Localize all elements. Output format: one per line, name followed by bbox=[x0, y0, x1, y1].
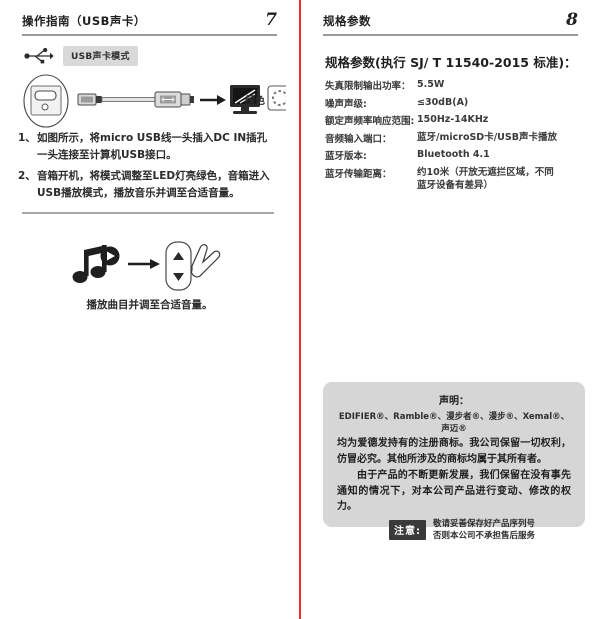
mode-indicator-row: USB声卡模式 bbox=[24, 46, 138, 66]
left-page-header: 操作指南（USB声卡） 7 bbox=[22, 12, 277, 36]
spec-value-line: 约10米（开放无遮拦区域，不同 bbox=[417, 166, 554, 178]
spec-key: 额定声频率响应范围: bbox=[325, 116, 415, 127]
spec-value: 约10米（开放无遮拦区域，不同 蓝牙设备有差异） bbox=[417, 166, 554, 194]
declaration-trademarks: EDIFIER®、Ramble®、漫步者®、漫步®、Xemal®、声迈® bbox=[338, 412, 570, 434]
table-row: 失真限制输出功率： 5.5W bbox=[325, 78, 587, 92]
speaker-dc-in-port bbox=[23, 74, 69, 128]
usb-cable bbox=[101, 97, 158, 102]
spec-value: Bluetooth 4.1 bbox=[417, 148, 490, 162]
attention-line: 敬请妥善保存好产品序列号 bbox=[433, 519, 536, 529]
right-page: 规格参数 8 规格参数(执行 SJ/ T 11540-2015 标准)： 失真限… bbox=[301, 0, 600, 619]
spec-key: 蓝牙传输距离： bbox=[325, 168, 392, 180]
step-line: USB播放模式，播放音乐并调至合适音量。 bbox=[37, 186, 240, 199]
page-number: 7 bbox=[265, 10, 277, 30]
attention-text: 敬请妥善保存好产品序列号 否则本公司不承担售后服务 bbox=[433, 518, 535, 543]
step-text: 音箱开机，将模式调整至LED灯亮绿色，音箱进入 USB播放模式，播放音乐并调至合… bbox=[37, 168, 270, 203]
attention-tag: 注意: bbox=[389, 520, 426, 541]
mode-badge-label: USB声卡模式 bbox=[63, 46, 138, 66]
spec-value-line: 蓝牙/microSD卡/USB声卡播放 bbox=[417, 131, 557, 143]
step-number: 2、 bbox=[18, 169, 36, 182]
list-item: 2、 音箱开机，将模式调整至LED灯亮绿色，音箱进入 USB播放模式，播放音乐并… bbox=[18, 168, 286, 203]
attention-notice: 注意: 敬请妥善保存好产品序列号 否则本公司不承担售后服务 bbox=[389, 518, 535, 543]
step-text: 如图所示，将micro USB线一头插入DC IN插孔 一头连接至计算机USB接… bbox=[37, 130, 267, 165]
manual-spread: 操作指南（USB声卡） 7 USB声卡模式 绿色 1、 如图所示，将micro … bbox=[0, 0, 600, 619]
volume-up-down-panel bbox=[165, 241, 192, 291]
step-line: 一头连接至计算机USB接口。 bbox=[37, 149, 177, 162]
volume-caption: 播放曲目并调至合适音量。 bbox=[86, 299, 213, 311]
step-number: 1、 bbox=[18, 132, 36, 144]
table-row: 额定声频率响应范围: 150Hz-14KHz bbox=[325, 113, 587, 127]
page-title: 操作指南（USB声卡） bbox=[22, 14, 146, 28]
attention-line: 否则本公司不承担售后服务 bbox=[433, 531, 536, 542]
step-line: 音箱开机，将模式调整至LED灯亮绿色，音箱进入 bbox=[37, 169, 270, 182]
spec-key: 失真限制输出功率： bbox=[325, 81, 411, 92]
page-title: 规格参数 bbox=[323, 14, 371, 28]
right-arrow bbox=[128, 259, 160, 269]
spec-value-line: 5.5W bbox=[417, 79, 445, 90]
declaration-box: 声明： EDIFIER®、Ramble®、漫步者®、漫步®、Xemal®、声迈®… bbox=[323, 382, 585, 527]
right-arrow bbox=[200, 95, 226, 105]
music-note-play-icon bbox=[72, 245, 120, 283]
volume-adjust-illustration bbox=[60, 236, 240, 296]
page-number: 8 bbox=[566, 10, 578, 30]
declaration-title: 声明： bbox=[439, 396, 469, 407]
spec-key: 噪声声级: bbox=[325, 98, 367, 110]
list-item: 1、 如图所示，将micro USB线一头插入DC IN插孔 一头连接至计算机U… bbox=[18, 130, 286, 165]
table-row: 蓝牙传输距离： 约10米（开放无遮拦区域，不同 蓝牙设备有差异） bbox=[325, 166, 587, 194]
declaration-paragraph-1: 均为爱德发持有的注册商标。我公司保留一切权利，仿冒必究。其他所涉及的商标均属于其… bbox=[337, 438, 571, 465]
spec-value: 蓝牙/microSD卡/USB声卡播放 bbox=[417, 131, 557, 145]
hand-pointer-icon bbox=[191, 244, 221, 278]
declaration-paragraph-2: 由于产品的不断更新发展，我们保留在没有事先通知的情况下，对本公司产品进行变动、修… bbox=[337, 470, 571, 512]
spec-value-line: ≤30dB(A) bbox=[417, 96, 469, 108]
instruction-steps: 1、 如图所示，将micro USB线一头插入DC IN插孔 一头连接至计算机U… bbox=[18, 130, 286, 205]
micro-usb-plug bbox=[77, 93, 102, 106]
section-divider bbox=[22, 212, 274, 214]
spec-value: 5.5W bbox=[417, 78, 444, 92]
spec-section-title: 规格参数(执行 SJ/ T 11540-2015 标准)： bbox=[325, 55, 577, 70]
spec-value: ≤30dB(A) bbox=[417, 96, 468, 110]
usb-a-plug bbox=[154, 91, 194, 108]
table-row: 蓝牙版本: Bluetooth 4.1 bbox=[325, 148, 587, 162]
spec-key: 蓝牙版本: bbox=[325, 151, 367, 162]
table-row: 音频输入端口： 蓝牙/microSD卡/USB声卡播放 bbox=[325, 131, 587, 145]
spec-value-line: 蓝牙设备有差异） bbox=[417, 180, 494, 192]
spec-value-line: Bluetooth 4.1 bbox=[417, 149, 490, 160]
table-row: 噪声声级: ≤30dB(A) bbox=[325, 96, 587, 110]
led-color-label: 绿色 bbox=[245, 96, 265, 107]
right-page-header: 规格参数 8 bbox=[323, 12, 578, 36]
left-page: 操作指南（USB声卡） 7 USB声卡模式 绿色 1、 如图所示，将micro … bbox=[0, 0, 299, 619]
step-line: 如图所示，将micro USB线一头插入DC IN插孔 bbox=[37, 132, 268, 144]
spec-key: 音频输入端口： bbox=[325, 133, 392, 145]
usb-icon bbox=[24, 47, 54, 64]
spec-table: 失真限制输出功率： 5.5W 噪声声级: ≤30dB(A) 额定声频率响应范围:… bbox=[325, 78, 587, 197]
spec-value-line: 150Hz-14KHz bbox=[417, 114, 489, 125]
led-indicator bbox=[267, 85, 286, 111]
spec-value: 150Hz-14KHz bbox=[417, 113, 488, 127]
